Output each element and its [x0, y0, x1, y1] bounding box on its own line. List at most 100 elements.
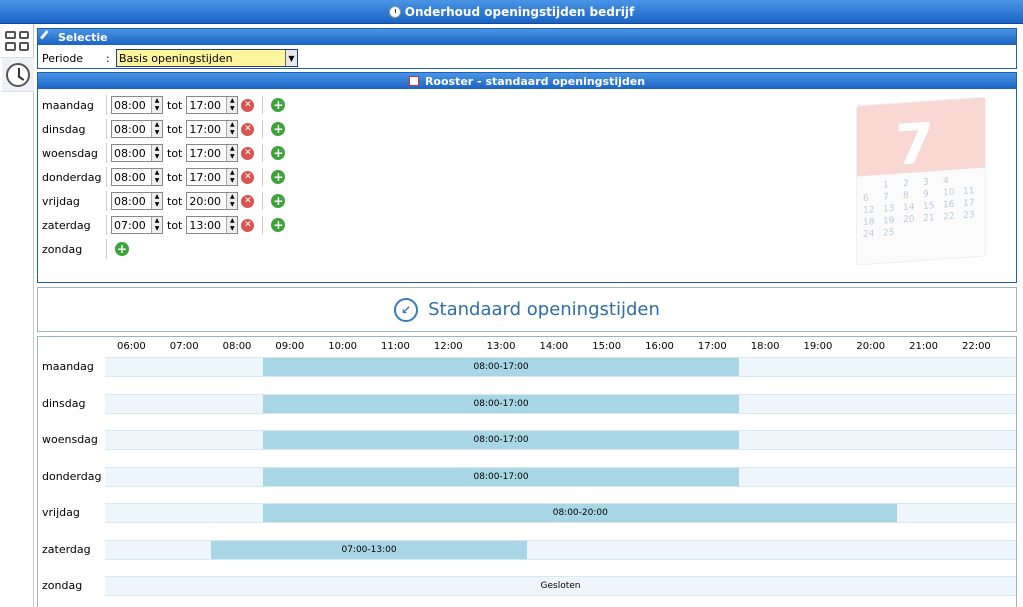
calendar-day-number: 17 [963, 198, 975, 210]
chevron-down-icon[interactable]: ▼ [227, 105, 237, 113]
from-time-input-spinner[interactable]: ▲ ▼ [151, 97, 162, 113]
chevron-up-icon[interactable]: ▲ [227, 193, 237, 201]
divider [262, 120, 264, 138]
from-time-input[interactable]: 07:00 ▲ ▼ [111, 216, 163, 234]
chevron-up-icon[interactable]: ▲ [227, 217, 237, 225]
to-time-input-spinner[interactable]: ▲ ▼ [226, 169, 238, 185]
opening-hours-bar[interactable]: 07:00-13:00 [210, 540, 528, 559]
hour-tick-label: 14:00 [539, 341, 569, 352]
calendar-illustration: 7 1 2 3 4 6 7 8 9 10 11 12 13 14 15 16 17 18 19 20 21 22 23 24… [836, 91, 1006, 281]
from-time-input-spinner[interactable]: ▲ ▼ [151, 145, 162, 161]
from-time-input[interactable]: 08:00 ▲ ▼ [111, 144, 163, 162]
from-time-input[interactable]: 08:00 ▲ ▼ [111, 168, 163, 186]
to-time-input[interactable]: 17:00 ▲ ▼ [186, 120, 239, 138]
chevron-up-icon[interactable]: ▲ [152, 193, 162, 201]
to-time-input[interactable]: 17:00 ▲ ▼ [186, 168, 239, 186]
window-titlebar: Onderhoud openingstijden bedrijf [0, 0, 1023, 24]
calendar-day-number: 12 [863, 205, 875, 217]
to-time-input-spinner[interactable]: ▲ ▼ [226, 97, 238, 113]
chevron-down-icon[interactable]: ▼ [152, 201, 162, 209]
to-time-input[interactable]: 13:00 ▲ ▼ [186, 216, 239, 234]
opening-hours-bar[interactable]: 08:00-20:00 [263, 504, 898, 522]
hour-tick-label: 22:00 [961, 341, 991, 352]
divider [262, 96, 264, 114]
chevron-down-icon[interactable]: ▼ [285, 50, 297, 66]
chevron-up-icon[interactable]: ▲ [152, 145, 162, 153]
schedule-day-label: dinsdag [42, 396, 86, 410]
chevron-down-icon[interactable]: ▼ [152, 153, 162, 161]
add-icon[interactable]: + [271, 122, 286, 136]
from-time-input-spinner[interactable]: ▲ ▼ [151, 169, 162, 185]
divider [106, 143, 107, 163]
chevron-up-icon[interactable]: ▲ [152, 97, 162, 105]
hour-tick-label: 12:00 [433, 341, 463, 352]
divider [106, 215, 107, 235]
chevron-down-icon[interactable]: ▼ [227, 225, 237, 233]
chevron-up-icon[interactable]: ▲ [152, 121, 162, 129]
add-icon[interactable]: + [271, 194, 286, 208]
from-time-input[interactable]: 08:00 ▲ ▼ [111, 96, 163, 114]
chevron-up-icon[interactable]: ▲ [227, 145, 237, 153]
calendar-day-number: 19 [883, 215, 895, 227]
delete-icon[interactable]: ✕ [241, 194, 255, 208]
delete-icon[interactable]: ✕ [241, 218, 255, 232]
delete-icon[interactable]: ✕ [241, 146, 255, 160]
opening-hours-bar[interactable]: 08:00-17:00 [263, 358, 739, 376]
sidebar-item-openingstijden[interactable] [0, 58, 34, 92]
chevron-down-icon[interactable]: ▼ [227, 201, 237, 209]
chevron-down-icon[interactable]: ▼ [227, 153, 237, 161]
to-time-input[interactable]: 17:00 ▲ ▼ [186, 144, 239, 162]
chevron-up-icon[interactable]: ▲ [152, 217, 162, 225]
to-time-input[interactable]: 20:00 ▲ ▼ [186, 192, 239, 210]
chevron-down-icon[interactable]: ▼ [227, 177, 237, 185]
calendar-day-number: 13 [883, 203, 895, 215]
delete-icon[interactable]: ✕ [241, 122, 255, 136]
from-time-input-spinner[interactable]: ▲ ▼ [151, 121, 162, 137]
to-time-input-spinner[interactable]: ▲ ▼ [226, 217, 238, 233]
tot-label: tot [167, 218, 183, 232]
chevron-down-icon[interactable]: ▼ [152, 177, 162, 185]
schedule-row-vrijdag: vrijdag 08:00-20:00 [38, 503, 1018, 523]
chevron-down-icon[interactable]: ▼ [227, 129, 237, 137]
hour-tick-label: 08:00 [222, 341, 252, 352]
chevron-up-icon[interactable]: ▲ [152, 169, 162, 177]
to-time-input-spinner[interactable]: ▲ ▼ [226, 193, 238, 209]
rooster-panel: Rooster - standaard openingstijden 7 123… [37, 72, 1017, 283]
add-icon[interactable]: + [271, 218, 286, 232]
from-time-input[interactable]: 08:00 ▲ ▼ [111, 120, 163, 138]
clock-icon [388, 5, 401, 18]
to-time-input-spinner[interactable]: ▲ ▼ [226, 121, 238, 137]
chevron-up-icon[interactable]: ▲ [227, 97, 237, 105]
chevron-down-icon[interactable]: ▼ [152, 105, 162, 113]
periode-select[interactable]: Basis openingstijden ▼ [116, 49, 298, 67]
opening-hours-bar[interactable]: 08:00-17:00 [263, 394, 739, 413]
add-icon[interactable]: + [271, 98, 286, 112]
rooster-rows: maandag 08:00 ▲ ▼ tot 17:00 ▲ ▼ ✕ + dinsdag 08:00 ▲ ▼… [42, 93, 286, 261]
schedule-track: 08:00-17:00 [105, 466, 1016, 487]
chevron-down-icon[interactable]: ▼ [152, 225, 162, 233]
sidebar-item-overview[interactable] [0, 24, 34, 58]
from-time-input-spinner[interactable]: ▲ ▼ [151, 217, 162, 233]
schedule-day-label: maandag [42, 360, 94, 373]
chevron-up-icon[interactable]: ▲ [227, 169, 237, 177]
calendar-day-number [963, 174, 981, 185]
from-time-input[interactable]: 08:00 ▲ ▼ [111, 192, 163, 210]
standaard-banner: ↙ Standaard openingstijden [37, 287, 1017, 332]
add-icon[interactable]: + [271, 170, 286, 184]
day-label: maandag [42, 98, 94, 112]
chevron-up-icon[interactable]: ▲ [227, 121, 237, 129]
delete-icon[interactable]: ✕ [241, 98, 255, 112]
add-icon[interactable]: + [271, 146, 286, 160]
schedule-row-dinsdag: dinsdag 08:00-17:00 [38, 393, 1018, 414]
to-time-input-spinner[interactable]: ▲ ▼ [226, 145, 238, 161]
to-time-input[interactable]: 17:00 ▲ ▼ [186, 96, 239, 114]
delete-icon[interactable]: ✕ [241, 170, 255, 184]
from-time-input-spinner[interactable]: ▲ ▼ [151, 193, 162, 209]
add-icon[interactable]: + [115, 242, 129, 256]
opening-hours-bar[interactable]: 08:00-17:00 [263, 467, 739, 486]
opening-hours-bar[interactable]: 08:00-17:00 [263, 431, 739, 449]
rooster-row-vrijdag: vrijdag 08:00 ▲ ▼ tot 20:00 ▲ ▼ ✕ + [42, 189, 286, 213]
calendar-day-number: 22 [943, 211, 955, 223]
calendar-day-number: 16 [943, 199, 955, 211]
chevron-down-icon[interactable]: ▼ [152, 129, 162, 137]
